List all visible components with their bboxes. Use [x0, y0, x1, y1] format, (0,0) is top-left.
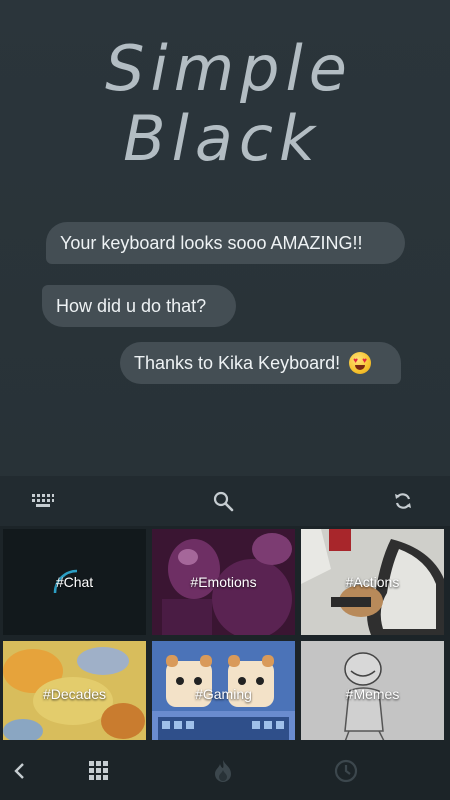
theme-preview: Simple Black Your keyboard looks sooo AM… — [0, 0, 450, 476]
keyboard-toolbar — [0, 476, 450, 526]
category-label: #Actions — [345, 574, 400, 590]
heart-eyes-emoji-icon: ♥ ♥ — [349, 352, 372, 374]
category-tile-chat[interactable]: #Chat — [3, 529, 146, 635]
chat-bubble-received: Your keyboard looks sooo AMAZING!! — [46, 222, 405, 264]
back-arrow-icon[interactable] — [6, 758, 32, 784]
keyboard-icon[interactable] — [30, 488, 56, 514]
category-tile-memes[interactable]: #Memes — [301, 641, 444, 747]
category-tile-decades[interactable]: #Decades — [3, 641, 146, 747]
category-label: #Memes — [345, 686, 400, 702]
chat-bubble-text: Thanks to Kika Keyboard! — [134, 353, 341, 373]
clock-icon[interactable] — [333, 758, 359, 784]
chat-bubble-received: How did u do that? — [42, 285, 236, 327]
category-tile-emotions[interactable]: #Emotions — [152, 529, 295, 635]
keyboard-panel: #Chat #Emotions #Actions #Decades #Gamin… — [0, 476, 450, 800]
category-tile-actions[interactable]: #Actions — [301, 529, 444, 635]
chat-bubble-sent: Thanks to Kika Keyboard! ♥ ♥ — [120, 342, 401, 384]
category-label: #Chat — [55, 574, 94, 590]
fire-icon[interactable] — [210, 758, 236, 784]
chat-bubble-text: Your keyboard looks sooo AMAZING!! — [60, 233, 363, 253]
refresh-icon[interactable] — [390, 488, 416, 514]
search-icon[interactable] — [210, 488, 236, 514]
category-label: #Decades — [42, 686, 107, 702]
category-label: #Emotions — [190, 574, 257, 590]
category-tile-gaming[interactable]: #Gaming — [152, 641, 295, 747]
keyboard-bottom-bar — [0, 740, 450, 800]
theme-title-line2: Black — [123, 102, 321, 175]
category-label: #Gaming — [195, 686, 252, 702]
chat-bubble-text: How did u do that? — [56, 296, 207, 316]
grid-icon[interactable] — [86, 758, 112, 784]
theme-title-line1: Simple — [105, 32, 353, 105]
